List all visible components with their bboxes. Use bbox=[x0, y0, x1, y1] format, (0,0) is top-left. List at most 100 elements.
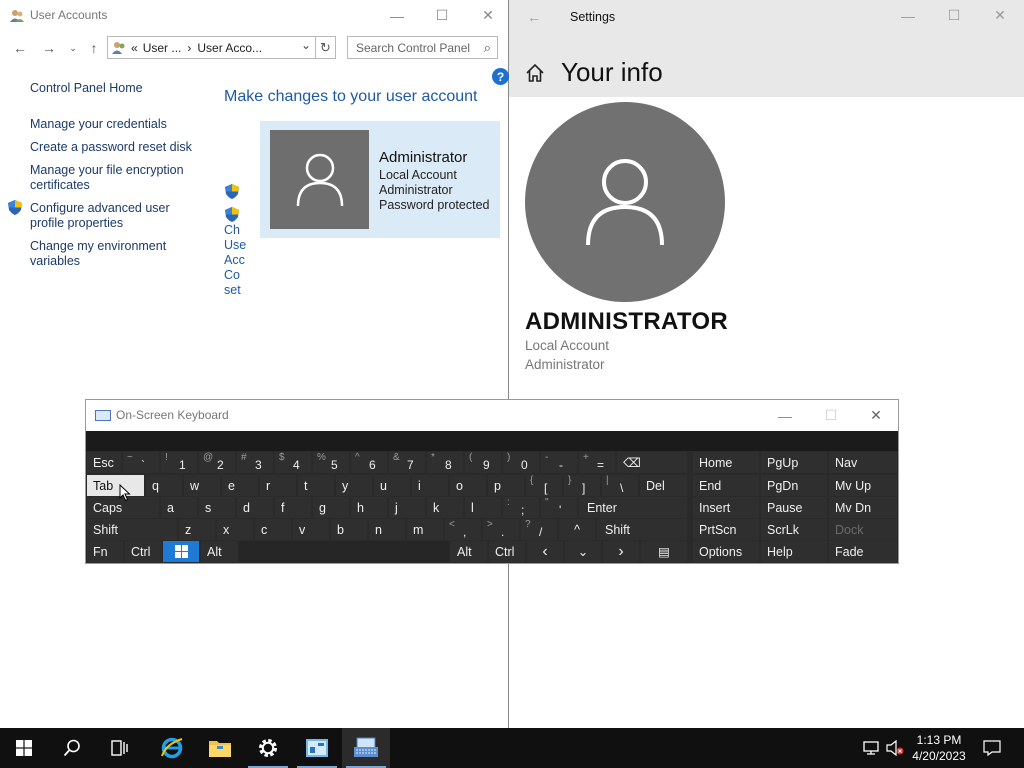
key-backslash[interactable]: | \ bbox=[602, 475, 638, 496]
key-left-arrow[interactable]: ‹ bbox=[527, 541, 563, 562]
key-4[interactable]: $4 bbox=[275, 452, 311, 473]
key-z[interactable]: z bbox=[179, 519, 215, 540]
search-icon[interactable]: ⌕ bbox=[484, 40, 491, 56]
key-quote[interactable]: " ' bbox=[541, 497, 577, 518]
address-field[interactable]: « User ... › User Acco... ⌄ bbox=[107, 36, 316, 59]
key-period[interactable]: >. bbox=[483, 519, 519, 540]
key-del[interactable]: Del bbox=[640, 475, 687, 496]
taskbar-internet-explorer[interactable] bbox=[148, 728, 196, 768]
back-arrow-icon[interactable]: ← bbox=[527, 9, 541, 25]
maximize-button[interactable]: ☐ bbox=[419, 0, 465, 31]
key-down-arrow[interactable]: ⌄ bbox=[565, 541, 601, 562]
close-button[interactable]: ✕ bbox=[854, 400, 898, 431]
key-esc[interactable]: Esc bbox=[87, 452, 121, 473]
nav-file-encryption-line1[interactable]: Manage your file encryption bbox=[30, 163, 184, 178]
key-space[interactable] bbox=[239, 541, 449, 562]
cp-titlebar[interactable]: User Accounts — ☐ ✕ bbox=[0, 0, 508, 31]
key-pgdn[interactable]: PgDn bbox=[761, 475, 827, 496]
key-x[interactable]: x bbox=[217, 519, 253, 540]
taskbar-control-panel[interactable] bbox=[293, 728, 341, 768]
key-w[interactable]: w bbox=[184, 475, 220, 496]
key-c[interactable]: c bbox=[255, 519, 291, 540]
key-7[interactable]: & 7 bbox=[389, 452, 425, 473]
key-i[interactable]: i bbox=[412, 475, 448, 496]
key-end[interactable]: End bbox=[693, 475, 759, 496]
taskbar-clock[interactable]: 1:13 PM 4/20/2023 bbox=[906, 732, 972, 764]
key-k[interactable]: k bbox=[427, 497, 463, 518]
key-right-bracket[interactable]: }] bbox=[564, 475, 600, 496]
key-h[interactable]: h bbox=[351, 497, 387, 518]
task-link-fragment[interactable]: Acc bbox=[224, 253, 245, 267]
key-move-up[interactable]: Mv Up bbox=[829, 475, 897, 496]
search-button[interactable] bbox=[48, 728, 96, 768]
key-home[interactable]: Home bbox=[693, 452, 759, 473]
nav-control-panel-home[interactable]: Control Panel Home bbox=[30, 81, 143, 96]
key-minus[interactable]: -- bbox=[541, 452, 577, 473]
osk-titlebar[interactable]: On-Screen Keyboard — ☐ ✕ bbox=[86, 400, 898, 431]
help-icon[interactable]: ? bbox=[492, 68, 509, 85]
volume-muted-icon[interactable] bbox=[884, 728, 906, 768]
key-e[interactable]: e bbox=[222, 475, 258, 496]
key-1[interactable]: ! 1 bbox=[161, 452, 197, 473]
key-t[interactable]: t bbox=[298, 475, 334, 496]
key-3[interactable]: #3 bbox=[237, 452, 273, 473]
key-move-down[interactable]: Mv Dn bbox=[829, 497, 897, 518]
maximize-button[interactable]: ☐ bbox=[931, 0, 977, 31]
key-tab[interactable]: Tab bbox=[87, 475, 144, 496]
key-slash[interactable]: ? / bbox=[521, 519, 557, 540]
key-ctrl-left[interactable]: Ctrl bbox=[125, 541, 161, 562]
key-insert[interactable]: Insert bbox=[693, 497, 759, 518]
nav-advanced-profile-line2[interactable]: profile properties bbox=[30, 216, 123, 231]
key-alt-right[interactable]: Alt bbox=[451, 541, 487, 562]
nav-file-encryption-line2[interactable]: certificates bbox=[30, 178, 90, 193]
key-l[interactable]: l bbox=[465, 497, 501, 518]
key-right-arrow[interactable]: › bbox=[603, 541, 639, 562]
account-card[interactable]: Administrator Local Account Administrato… bbox=[260, 121, 500, 238]
key-equals[interactable]: + = bbox=[579, 452, 615, 473]
key-enter[interactable]: Enter bbox=[579, 497, 687, 518]
nav-environment-line2[interactable]: variables bbox=[30, 254, 80, 269]
key-9[interactable]: (9 bbox=[465, 452, 501, 473]
key-o[interactable]: o bbox=[450, 475, 486, 496]
key-u[interactable]: u bbox=[374, 475, 410, 496]
key-2[interactable]: @2 bbox=[199, 452, 235, 473]
key-y[interactable]: y bbox=[336, 475, 372, 496]
network-icon[interactable] bbox=[860, 728, 882, 768]
task-view-button[interactable] bbox=[96, 728, 144, 768]
breadcrumb-user-accounts[interactable]: User Acco... bbox=[197, 41, 262, 55]
key-s[interactable]: s bbox=[199, 497, 235, 518]
key-backspace[interactable]: ⌫ bbox=[617, 452, 687, 473]
key-windows[interactable] bbox=[163, 541, 199, 562]
key-q[interactable]: q bbox=[146, 475, 182, 496]
key-menu[interactable]: ▤ bbox=[641, 541, 687, 562]
back-arrow-icon[interactable]: ← bbox=[11, 39, 29, 57]
task-link-fragment[interactable]: Ch bbox=[224, 223, 240, 237]
key-d[interactable]: d bbox=[237, 497, 273, 518]
close-button[interactable]: ✕ bbox=[465, 0, 511, 31]
taskbar-on-screen-keyboard[interactable] bbox=[342, 728, 390, 768]
taskbar-settings[interactable] bbox=[244, 728, 292, 768]
search-input[interactable]: Search Control Panel ⌕ bbox=[347, 36, 498, 59]
nav-password-reset-disk[interactable]: Create a password reset disk bbox=[30, 140, 192, 155]
close-button[interactable]: ✕ bbox=[977, 0, 1023, 31]
key-fade[interactable]: Fade bbox=[829, 541, 897, 562]
refresh-icon[interactable]: ↻ bbox=[316, 36, 336, 59]
key-m[interactable]: m bbox=[407, 519, 443, 540]
task-link-fragment[interactable]: set bbox=[224, 283, 241, 297]
key-n[interactable]: n bbox=[369, 519, 405, 540]
key-comma[interactable]: <, bbox=[445, 519, 481, 540]
key-a[interactable]: a bbox=[161, 497, 197, 518]
key-options[interactable]: Options bbox=[693, 541, 759, 562]
key-6[interactable]: ^ 6 bbox=[351, 452, 387, 473]
key-left-bracket[interactable]: {[ bbox=[526, 475, 562, 496]
nav-environment-line1[interactable]: Change my environment bbox=[30, 239, 166, 254]
key-v[interactable]: v bbox=[293, 519, 329, 540]
forward-arrow-icon[interactable]: → bbox=[40, 39, 58, 57]
key-g[interactable]: g bbox=[313, 497, 349, 518]
key-shift-right[interactable]: Shift bbox=[597, 519, 687, 540]
key-ctrl-right[interactable]: Ctrl bbox=[489, 541, 525, 562]
key-pgup[interactable]: PgUp bbox=[761, 452, 827, 473]
key-r[interactable]: r bbox=[260, 475, 296, 496]
key-semicolon[interactable]: :; bbox=[503, 497, 539, 518]
action-center-button[interactable] bbox=[978, 728, 1006, 768]
